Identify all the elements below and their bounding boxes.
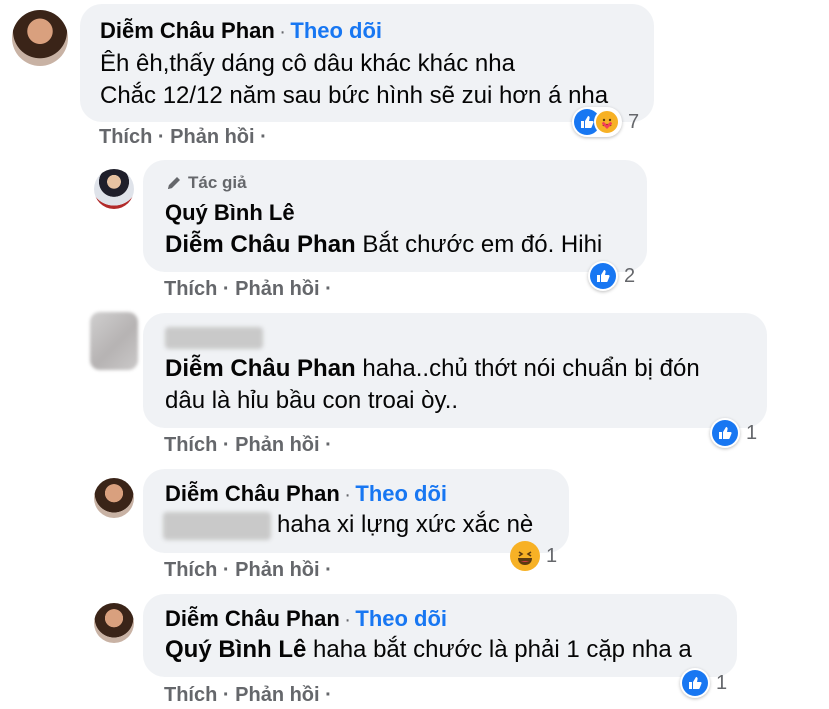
separator-dot: · — [222, 434, 230, 456]
author-name[interactable]: Diễm Châu Phan — [100, 18, 275, 43]
reaction-count: 2 — [624, 264, 636, 287]
like-button[interactable]: Thích — [164, 434, 217, 456]
comment-bubble: Diễm Châu Phan · Theo dõi Êh êh,thấy dán… — [80, 4, 654, 122]
reaction-summary[interactable]: 1 — [710, 417, 757, 449]
mention-blurred[interactable] — [163, 512, 271, 540]
like-button[interactable]: Thích — [164, 684, 217, 706]
follow-link[interactable]: Theo dõi — [355, 481, 447, 506]
mention-link[interactable]: Quý Bình Lê — [165, 636, 306, 663]
comment-text-body: haha bắt chước là phải 1 cặp nha a — [306, 636, 692, 663]
separator-dot: · — [279, 21, 286, 43]
reply-button[interactable]: Phản hồi — [170, 126, 254, 148]
like-icon — [590, 263, 616, 289]
pencil-icon — [168, 177, 180, 189]
like-icon — [712, 420, 738, 446]
like-button[interactable]: Thích — [99, 126, 152, 148]
comment-text-body: haha..chủ thớt nói chuẩn bị đón — [355, 355, 700, 382]
comment-text: haha xi lựng xức xắc nè — [277, 511, 534, 538]
reaction-summary[interactable]: 2 — [588, 260, 635, 292]
author-name[interactable]: Quý Bình Lê — [165, 200, 295, 226]
like-icon — [682, 670, 708, 696]
like-button[interactable]: Thích — [164, 559, 217, 581]
comment-text-body: Bắt chước em đó. Hihi — [355, 231, 603, 258]
badge-label: Tác giả — [188, 173, 247, 192]
avatar[interactable] — [94, 603, 134, 643]
comment-bubble: Diễm Châu Phan haha..chủ thớt nói chuẩn … — [143, 313, 767, 428]
reply-button[interactable]: Phản hồi — [235, 278, 319, 300]
separator-dot: · — [325, 684, 332, 706]
reaction-summary[interactable]: 1 — [680, 667, 727, 699]
separator-dot: · — [325, 559, 332, 581]
comment-text-line-1: Êh êh,thấy dáng cô dâu khác khác nha — [100, 50, 515, 77]
separator-dot: · — [344, 609, 351, 631]
separator-dot: · — [222, 684, 230, 706]
separator-dot: · — [260, 126, 267, 148]
separator-dot: · — [222, 559, 230, 581]
comment-text: Quý Bình Lê haha bắt chước là phải 1 cặp… — [165, 634, 692, 666]
reaction-summary[interactable]: 1 — [510, 540, 557, 572]
reaction-count: 1 — [746, 421, 758, 444]
separator-dot: · — [344, 484, 351, 506]
care-icon — [594, 109, 620, 135]
comment-text-line-2: Chắc 12/12 năm sau bức hình sẽ zui hơn á… — [100, 82, 609, 109]
author-name[interactable]: Diễm Châu Phan — [165, 481, 340, 506]
mention-link[interactable]: Diễm Châu Phan — [165, 355, 356, 382]
avatar[interactable] — [12, 10, 68, 66]
reaction-count: 1 — [546, 544, 558, 567]
separator-dot: · — [325, 278, 332, 300]
mention-link[interactable]: Diễm Châu Phan — [165, 231, 356, 258]
comment-bubble: Tác giả Quý Bình Lê Diễm Châu Phan Bắt c… — [143, 160, 647, 272]
haha-icon — [510, 541, 540, 571]
comment-actions: Thích · Phản hồi · — [164, 434, 332, 457]
comment-text: Diễm Châu Phan Bắt chước em đó. Hihi — [165, 229, 602, 261]
separator-dot: · — [325, 434, 332, 456]
comment-actions: Thích · Phản hồi · — [99, 126, 267, 149]
comment-bubble: Diễm Châu Phan · Theo dõi Quý Bình Lê ha… — [143, 594, 737, 677]
follow-link[interactable]: Theo dõi — [290, 18, 382, 43]
avatar[interactable] — [94, 169, 134, 209]
avatar[interactable] — [94, 478, 134, 518]
comment-text-line-1: Diễm Châu Phan haha..chủ thớt nói chuẩn … — [165, 353, 700, 385]
author-badge: Tác giả — [165, 173, 247, 193]
reaction-summary[interactable]: 7 — [572, 106, 639, 138]
reaction-count: 7 — [628, 110, 640, 133]
comment-text-line-2: dâu là hỉu bầu con troai òy.. — [165, 387, 459, 414]
follow-link[interactable]: Theo dõi — [355, 606, 447, 631]
reply-button[interactable]: Phản hồi — [235, 684, 319, 706]
separator-dot: · — [157, 126, 165, 148]
author-name-blurred[interactable] — [165, 327, 263, 349]
comment-actions: Thích · Phản hồi · — [164, 684, 332, 707]
separator-dot: · — [222, 278, 230, 300]
reply-button[interactable]: Phản hồi — [235, 559, 319, 581]
avatar[interactable] — [90, 312, 138, 370]
reply-button[interactable]: Phản hồi — [235, 434, 319, 456]
comment-actions: Thích · Phản hồi · — [164, 278, 332, 301]
like-button[interactable]: Thích — [164, 278, 217, 300]
comment-bubble: Diễm Châu Phan · Theo dõi haha xi lựng x… — [143, 469, 569, 553]
comment-actions: Thích · Phản hồi · — [164, 559, 332, 582]
reaction-count: 1 — [716, 671, 728, 694]
author-name[interactable]: Diễm Châu Phan — [165, 606, 340, 631]
